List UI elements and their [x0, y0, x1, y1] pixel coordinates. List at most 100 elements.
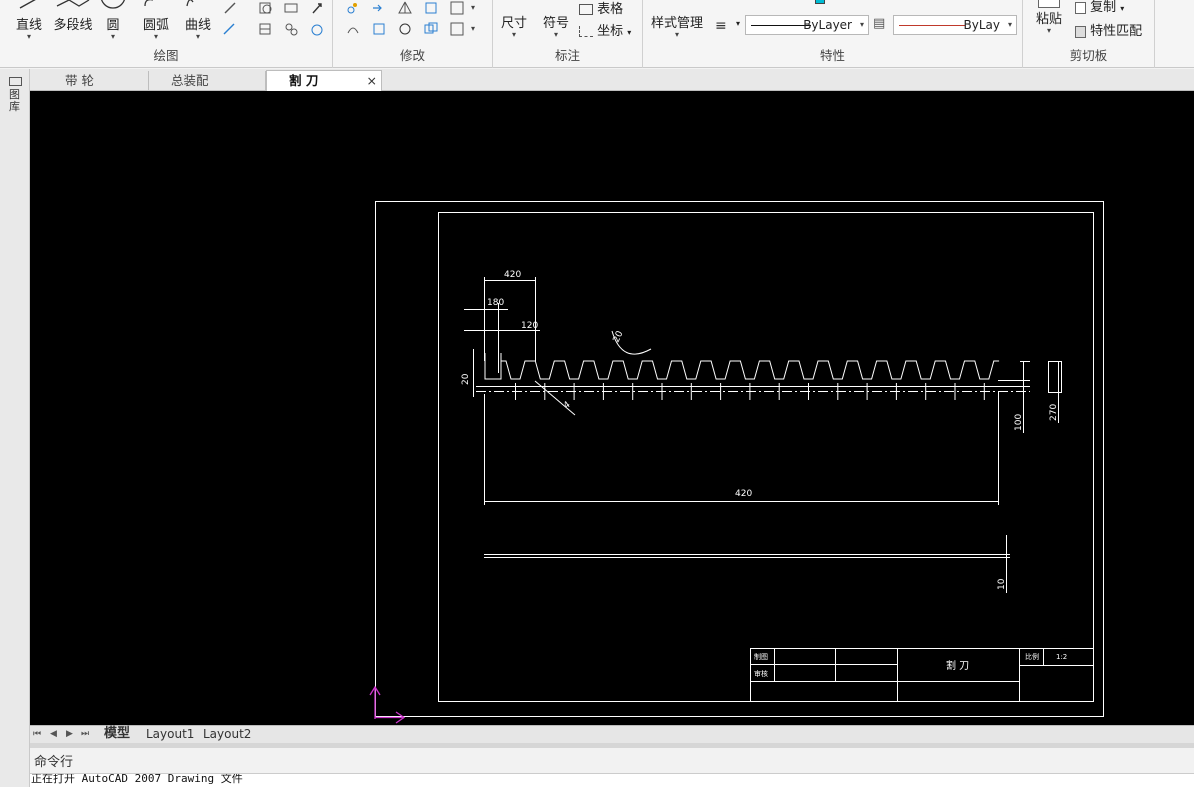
tab-layout2[interactable]: Layout2 [203, 726, 251, 743]
stretch-icon[interactable] [345, 21, 361, 37]
curve-tool[interactable]: 曲线 ▾ [182, 0, 214, 41]
symbol-label: 符号 [542, 16, 569, 31]
dim-4-text: 4 [562, 400, 573, 412]
properties-panel-title: 特性 [819, 48, 845, 63]
tab-assembly[interactable]: 总装配图.DWG [149, 71, 266, 107]
arc-tool[interactable]: 圆弧 ▾ [140, 0, 172, 41]
ucs-icon [369, 685, 406, 724]
polyline-tool[interactable]: 多段线 [50, 0, 96, 33]
arc-icon [144, 0, 153, 7]
dim-270-text: 270 [1049, 404, 1059, 421]
next-layout-button[interactable]: ▶ [66, 729, 73, 739]
coordinate-caret: ▾ [627, 28, 632, 37]
move-icon[interactable] [345, 0, 361, 16]
r20-text: 20 [612, 329, 626, 344]
table-tool[interactable]: 表格 [579, 0, 637, 17]
edit-caret[interactable]: ▾ [471, 25, 475, 33]
ray-icon[interactable] [222, 21, 238, 37]
edit-icon[interactable] [449, 21, 465, 37]
line-caret: ▾ [26, 32, 31, 41]
title-block [750, 648, 1094, 702]
linetype-dropdown[interactable]: ByLayer ▾ [745, 15, 869, 35]
copy-caret: ▾ [1120, 4, 1125, 13]
dimension-tool[interactable]: 尺寸 ▾ [497, 2, 531, 39]
command-title: 命令行 [34, 755, 74, 770]
cloud-icon[interactable] [309, 21, 325, 37]
last-layout-button[interactable]: ⏭ [81, 729, 89, 739]
draw-panel: 直线 ▾ 多段线 圆 ▾ 圆弧 ▾ 曲线 ▾ 绘图 [0, 0, 333, 68]
curve-label: 曲线 [184, 18, 211, 33]
circle-icon [100, 0, 126, 9]
hatch-icon[interactable] [257, 21, 273, 37]
boundary-icon[interactable] [283, 21, 299, 37]
region-icon[interactable] [283, 0, 299, 16]
table-label: 表格 [597, 2, 624, 17]
library-icon[interactable] [9, 77, 22, 86]
curve-icon [186, 0, 194, 7]
rack-part[interactable] [476, 353, 1030, 505]
layer-color-swatch[interactable] [815, 0, 825, 4]
app-window: 直线 ▾ 多段线 圆 ▾ 圆弧 ▾ 曲线 ▾ 绘图 ▾ ▾ 修改 尺寸 ▾ 符号… [0, 0, 1194, 787]
lineweight-list-icon[interactable]: ▤ [873, 16, 885, 31]
tab-layout1[interactable]: Layout1 [146, 726, 194, 743]
style-manager-caret: ▾ [674, 30, 679, 39]
cad-drawing[interactable]: 420 180 120 20 20 4 100 270 420 10 制图 审核… [30, 91, 1194, 725]
coordinate-tool[interactable]: 坐标 ▾ [579, 20, 641, 39]
command-output[interactable]: 正在打开 AutoCAD 2007 Drawing 文件 [30, 773, 1194, 787]
tab-model[interactable]: 模型 [104, 726, 130, 743]
polygon-icon[interactable] [257, 0, 273, 16]
circle-caret: ▾ [110, 32, 115, 41]
copy-tool-icon[interactable] [423, 21, 439, 37]
match-properties-label: 特性匹配 [1090, 24, 1143, 39]
paste-label: 粘贴 [1035, 12, 1062, 27]
dimension-label: 尺寸 [500, 16, 527, 31]
coordinate-icon [579, 26, 593, 37]
mirror-icon[interactable] [397, 0, 413, 16]
construction-line-icon[interactable] [222, 0, 238, 16]
clipboard-panel-title: 剪切板 [1069, 48, 1108, 63]
tab-pulley[interactable]: 带 轮 1.DWG [43, 71, 149, 107]
pick-icon[interactable] [309, 0, 325, 16]
lineweight-icon[interactable]: ≡ [715, 18, 727, 34]
scale-icon[interactable] [371, 21, 387, 37]
paste-caret: ▾ [1046, 26, 1051, 35]
left-tool-strip: 图库 [0, 69, 30, 787]
lineweight-dropdown[interactable]: ByLay ▾ [893, 15, 1017, 35]
layout-tabs: ⏮ ◀ ▶ ⏭ 模型 Layout1 Layout2 [30, 725, 1194, 743]
curve-caret: ▾ [195, 32, 200, 41]
lineweight-caret[interactable]: ▾ [736, 19, 740, 28]
rotate-icon[interactable] [371, 0, 387, 16]
clipboard-panel: 粘贴 ▾ 复制 ▾ 特性匹配 剪切板 [1023, 0, 1155, 68]
dim-180-text: 180 [487, 298, 504, 308]
array-icon[interactable] [449, 0, 465, 16]
close-icon[interactable]: × [367, 71, 377, 90]
rotate-ccw-icon[interactable] [397, 21, 413, 37]
polyline-icon [56, 0, 90, 7]
tb-part-name-text: 割 刀 [946, 659, 969, 672]
coordinate-label: 坐标 [597, 24, 624, 39]
line-tool[interactable]: 直线 ▾ [12, 0, 46, 41]
tb-scale-label-text: 比例 [1025, 652, 1039, 661]
match-properties-tool[interactable]: 特性匹配 [1075, 20, 1153, 39]
tab-cutter[interactable]: 割 刀 3.DWG × [266, 70, 382, 107]
drawing-canvas[interactable]: 420 180 120 20 20 4 100 270 420 10 制图 审核… [30, 91, 1194, 725]
symbol-tool[interactable]: 符号 ▾ [539, 2, 573, 39]
dim-10-text: 10 [997, 578, 1007, 590]
offset-icon[interactable] [423, 0, 439, 16]
library-label[interactable]: 图库 [9, 89, 23, 113]
copy-tool[interactable]: 复制 ▾ [1075, 0, 1145, 15]
paste-tool[interactable]: 粘贴 ▾ [1031, 0, 1067, 35]
style-manager-tool[interactable]: 样式管理 ▾ [647, 2, 707, 39]
sheet-inner-frame [438, 212, 1094, 702]
table-icon [579, 4, 593, 15]
modify-panel: ▾ ▾ 修改 [333, 0, 493, 68]
circle-tool[interactable]: 圆 ▾ [98, 0, 128, 41]
copy-icon [1075, 1, 1086, 14]
array-caret[interactable]: ▾ [471, 4, 475, 12]
blade-view[interactable] [484, 535, 1010, 593]
dimension-caret: ▾ [511, 30, 516, 39]
dim-120-text: 120 [521, 321, 538, 331]
prev-layout-button[interactable]: ◀ [50, 729, 57, 739]
line-icon [19, 0, 36, 9]
first-layout-button[interactable]: ⏮ [33, 729, 41, 739]
